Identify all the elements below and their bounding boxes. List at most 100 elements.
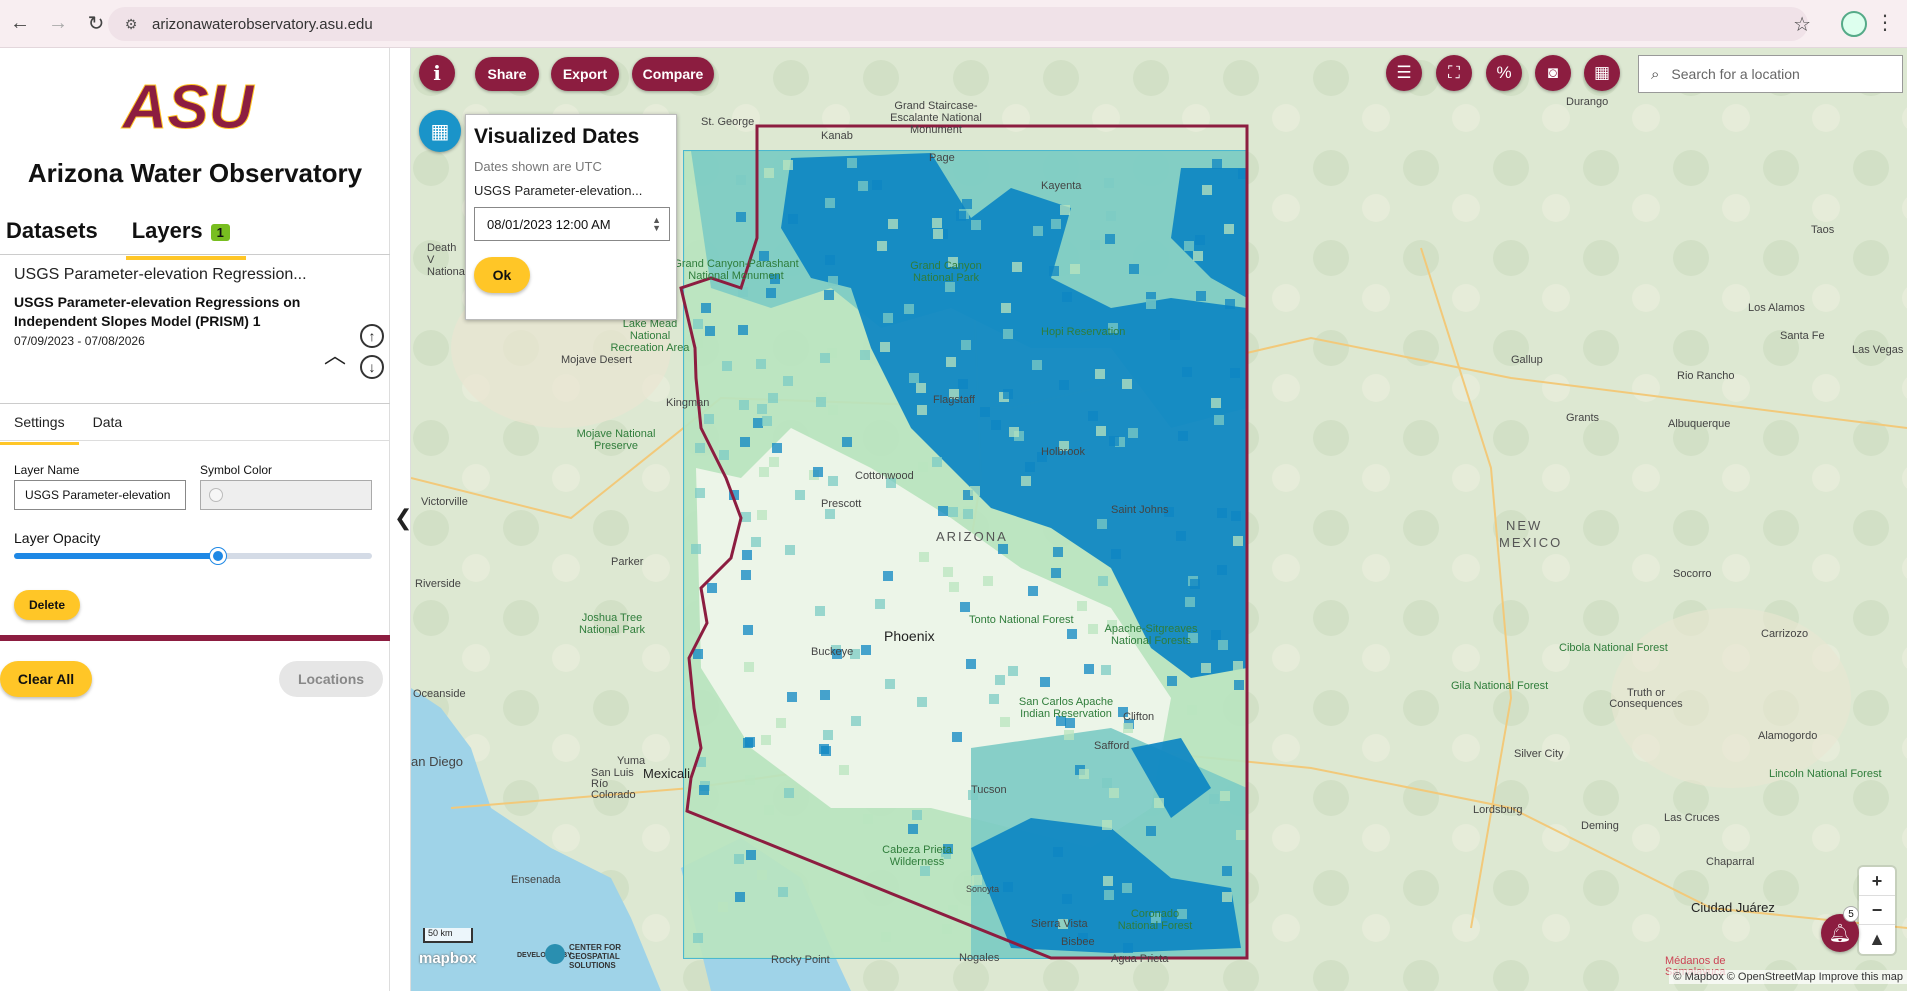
label-los-alamos: Los Alamos (1748, 302, 1805, 314)
mapbox-logo[interactable]: mapbox (419, 950, 477, 967)
label-parashant: Grand Canyon-Parashant National Monument (673, 258, 799, 282)
bookmark-star-icon[interactable]: ☆ (1793, 12, 1811, 37)
label-new-mexico-2: MEXICO (1499, 535, 1563, 550)
opacity-slider-fill (14, 553, 219, 559)
label-san-luis: San Luis Río Colorado (591, 767, 636, 801)
label-apache-sitgreaves: Apache-Sitgreaves National Forests (1104, 623, 1198, 647)
tab-datasets-label: Datasets (6, 218, 98, 243)
browser-menu-icon[interactable]: ⋮ (1875, 10, 1895, 35)
label-sierra-vista: Sierra Vista (1031, 918, 1088, 930)
label-mexicali: Mexicali (643, 766, 690, 781)
label-joshua-tree: Joshua Tree National Park (578, 612, 646, 636)
label-ciudad-juarez: Ciudad Juárez (1691, 900, 1775, 915)
clear-all-button[interactable]: Clear All (0, 661, 92, 697)
zoom-controls: + − ▲ (1859, 867, 1895, 954)
zoom-in-icon[interactable]: + (1859, 867, 1895, 896)
map-attribution[interactable]: © Mapbox © OpenStreetMap Improve this ma… (1669, 970, 1907, 984)
move-layer-up-icon[interactable]: ↑ (360, 324, 384, 348)
subtab-data[interactable]: Data (79, 403, 137, 445)
forward-icon[interactable]: → (40, 6, 76, 42)
label-oceanside: Oceanside (413, 688, 466, 700)
label-arizona-text: ARIZONA (936, 529, 1008, 544)
label-arizona: ARIZONA (936, 528, 1008, 544)
label-kingman: Kingman (666, 397, 710, 409)
sidebar-collapse-strip[interactable]: ❮ (390, 48, 412, 991)
label-tucson: Tucson (971, 784, 1007, 796)
locations-button[interactable]: Locations (279, 661, 383, 697)
zoom-out-icon[interactable]: − (1859, 896, 1895, 925)
collapse-layer-chevron-icon[interactable]: ︿ (324, 338, 346, 370)
label-holbrook: Holbrook (1041, 446, 1086, 458)
notification-count-badge: 5 (1843, 906, 1859, 922)
settings-divider (0, 440, 390, 441)
ok-button[interactable]: Ok (474, 257, 530, 293)
export-button[interactable]: Export (551, 57, 619, 91)
select-caret-icon: ▲ ▼ (652, 215, 661, 233)
layer-name-short: USGS Parameter-elevation Regression... (14, 266, 307, 283)
percent-icon[interactable]: % (1486, 55, 1522, 91)
label-death-valley: Death V Nationa (427, 242, 465, 278)
label-cottonwood: Cottonwood (855, 470, 914, 482)
opacity-slider[interactable] (14, 548, 372, 564)
tab-datasets[interactable]: Datasets (6, 210, 98, 260)
layer-card-rule (0, 635, 390, 641)
layer-date-range: 07/09/2023 - 07/08/2026 (14, 334, 145, 348)
layer-subtabs: Settings Data (0, 403, 136, 445)
dashboard-icon[interactable]: ▦ (1584, 55, 1620, 91)
label-phoenix: Phoenix (884, 628, 935, 644)
label-cibola: Cibola National Forest (1559, 642, 1668, 654)
label-prescott: Prescott (821, 498, 862, 510)
tab-layers-label: Layers (131, 218, 203, 243)
profile-avatar[interactable] (1841, 11, 1867, 37)
label-kanab: Kanab (821, 130, 853, 142)
address-bar[interactable]: ⚙ arizonawaterobservatory.asu.edu (108, 7, 1808, 41)
move-layer-down-icon[interactable]: ↓ (360, 355, 384, 379)
layer-opacity-label: Layer Opacity (14, 530, 101, 546)
label-truth-or-consequences: Truth or Consequences (1609, 687, 1683, 710)
label-mojave-desert: Mojave Desert (561, 354, 632, 366)
label-riverside: Riverside (415, 578, 461, 590)
label-rio-rancho: Rio Rancho (1677, 370, 1735, 382)
label-page: Page (929, 152, 955, 164)
date-select[interactable]: 08/01/2023 12:00 AM ▲ ▼ (474, 207, 670, 241)
label-safford: Safford (1094, 740, 1130, 752)
layers-count-badge: 1 (210, 223, 230, 241)
calendar-icon[interactable]: ▦ (419, 110, 461, 152)
label-silver-city: Silver City (1514, 748, 1564, 760)
subtab-settings[interactable]: Settings (0, 403, 79, 445)
label-gallup: Gallup (1511, 354, 1543, 366)
search-input[interactable] (1671, 66, 1882, 82)
label-las-vegas: Las Vegas (1852, 344, 1904, 356)
dates-panel-layer: USGS Parameter-elevation... (474, 183, 643, 198)
camera-icon[interactable]: ◙ (1535, 55, 1571, 91)
url-text[interactable]: arizonawaterobservatory.asu.edu (152, 16, 373, 33)
map-canvas[interactable]: ARIZONA NEW MEXICO Phoenix Buckeye Tucso… (411, 48, 1907, 991)
share-button[interactable]: Share (475, 57, 539, 91)
label-kayenta: Kayenta (1041, 180, 1082, 192)
delete-layer-button[interactable]: Delete (14, 590, 80, 620)
symbol-color-picker[interactable] (200, 480, 372, 510)
back-icon[interactable]: ← (2, 6, 38, 42)
label-parker: Parker (611, 556, 644, 568)
label-alamogordo: Alamogordo (1758, 730, 1818, 742)
site-settings-icon[interactable]: ⚙ (122, 15, 140, 33)
layer-card-header: USGS Parameter-elevation Regression... U… (14, 266, 314, 348)
chart-icon[interactable]: ⛶ (1436, 55, 1472, 91)
collapse-sidebar-chevron-icon[interactable]: ❮ (394, 505, 412, 531)
tab-layers[interactable]: Layers 1 (125, 210, 246, 260)
label-cabeza-prieta: Cabeza Prieta Wilderness (882, 844, 952, 868)
label-agua-prieta: Agua Prieta (1111, 953, 1169, 965)
sidebar: ASU Arizona Water Observatory Datasets L… (0, 48, 390, 991)
layer-name-input[interactable]: USGS Parameter-elevation (14, 480, 186, 510)
label-victorville: Victorville (421, 496, 468, 508)
opacity-slider-thumb[interactable] (210, 548, 227, 564)
location-search[interactable]: ⌕ (1638, 55, 1903, 93)
label-rocky-point: Rocky Point (771, 954, 830, 966)
info-button[interactable]: i (419, 55, 455, 91)
label-gila: Gila National Forest (1451, 680, 1549, 692)
label-chaparral: Chaparral (1706, 856, 1755, 868)
legend-icon[interactable]: ☰ (1386, 55, 1422, 91)
compare-button[interactable]: Compare (632, 57, 714, 91)
compass-icon[interactable]: ▲ (1859, 925, 1895, 954)
visualized-dates-panel: Visualized Dates Dates shown are UTC USG… (465, 114, 677, 320)
